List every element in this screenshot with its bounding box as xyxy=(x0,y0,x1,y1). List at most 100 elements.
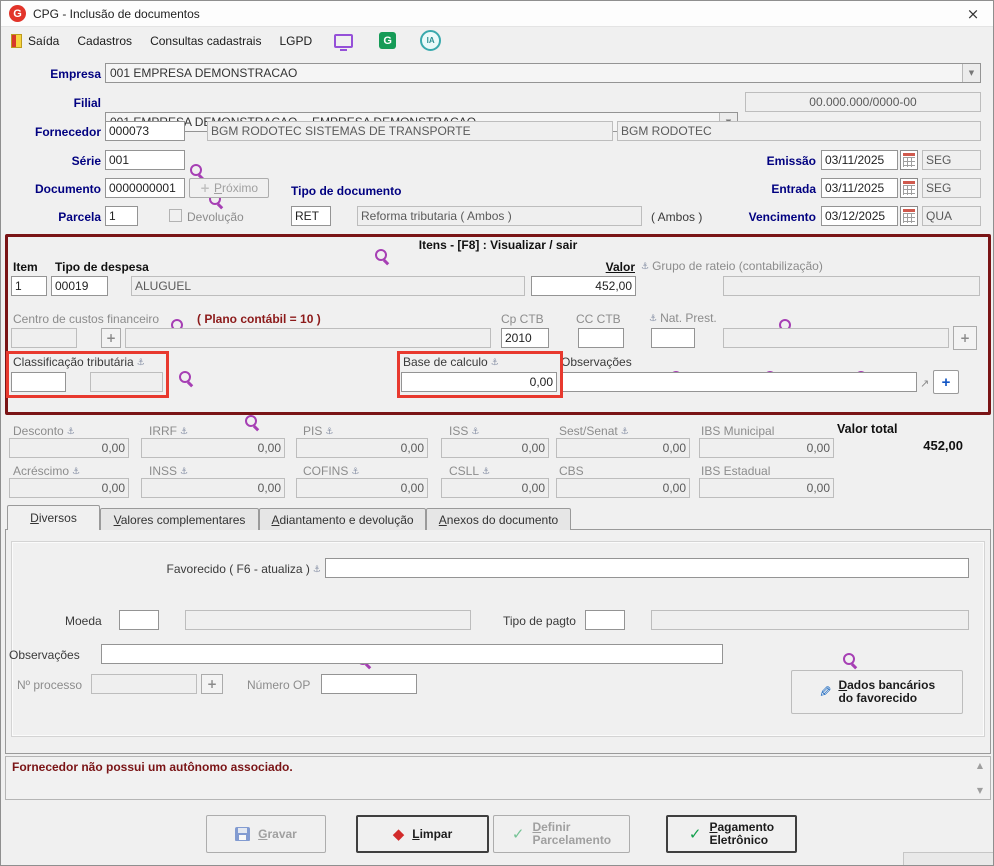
centro-custos-search-icon[interactable] xyxy=(178,370,194,386)
gravar-button[interactable]: Gravar xyxy=(206,815,326,853)
item-observacoes-input[interactable] xyxy=(561,372,917,392)
emissao-date-input[interactable] xyxy=(821,150,898,170)
cp-ctb-input[interactable] xyxy=(501,328,549,348)
fornecedor-name-field: BGM RODOTEC SISTEMAS DE TRANSPORTE xyxy=(207,121,613,141)
filial-label: Filial xyxy=(73,96,101,110)
titlebar: G CPG - Inclusão de documentos xyxy=(1,1,993,27)
sest-senat-field: 0,00 xyxy=(556,438,690,458)
anchor-icon: ⚓ xyxy=(351,467,360,477)
valor-input[interactable] xyxy=(531,276,636,296)
csll-label: CSLL xyxy=(449,464,480,478)
devolucao-checkbox[interactable] xyxy=(169,209,182,222)
pagamento-eletronico-button[interactable]: ✓ Pagamento Eletrônico xyxy=(666,815,797,853)
ia-toolbar-icon[interactable]: IA xyxy=(420,30,442,51)
favorecido-label-group: Favorecido ( F6 - atualiza ) ⚓ xyxy=(151,562,321,576)
fornecedor-code-input[interactable] xyxy=(105,121,185,141)
definir-parcelamento-button[interactable]: ✓ Definir Parcelamento xyxy=(493,815,630,853)
nat-prest-input[interactable] xyxy=(651,328,695,348)
cofins-field: 0,00 xyxy=(296,478,428,498)
tipo-documento-code-input[interactable] xyxy=(291,206,331,226)
tab-anexos-documento[interactable]: Anexos do documento xyxy=(426,508,571,530)
fornecedor-search-icon[interactable] xyxy=(189,163,205,179)
menubar: Saída Cadastros Consultas cadastrais LGP… xyxy=(1,27,993,54)
g-toolbar-icon[interactable]: G xyxy=(379,32,397,49)
vencimento-date-input[interactable] xyxy=(821,206,898,226)
menu-saida[interactable]: Saída xyxy=(11,33,60,48)
monitor-icon[interactable] xyxy=(334,33,354,51)
moeda-input[interactable] xyxy=(119,610,159,630)
nat-prest-add-button[interactable]: + xyxy=(953,326,977,350)
irrf-label-group: IRRF ⚓ xyxy=(149,424,188,438)
centro-custos-add-button[interactable]: + xyxy=(101,328,121,348)
cbs-label: CBS xyxy=(559,464,584,478)
parcela-label: Parcela xyxy=(58,210,101,224)
tipo-pagto-search-icon[interactable] xyxy=(842,652,858,668)
documento-input[interactable] xyxy=(105,178,185,198)
menu-saida-label: Saída xyxy=(28,33,60,48)
processo-add-button[interactable]: + xyxy=(201,674,223,694)
entrada-date-input[interactable] xyxy=(821,178,898,198)
tipo-despesa-code-input[interactable] xyxy=(51,276,108,296)
diversos-observacoes-input[interactable] xyxy=(101,644,723,664)
centro-custos-descr-field xyxy=(125,328,491,348)
proximo-button[interactable]: + Próximo xyxy=(189,178,269,198)
valor-total-value: 452,00 xyxy=(923,438,963,453)
ibs-estadual-label: IBS Estadual xyxy=(701,464,771,478)
irrf-field: 0,00 xyxy=(141,438,285,458)
dados-bancarios-button[interactable]: ✎ Dados bancários do favorecido xyxy=(791,670,963,714)
vencimento-calendar-icon[interactable] xyxy=(900,206,918,226)
tipo-pagto-input[interactable] xyxy=(585,610,625,630)
base-calculo-label: Base de calculo xyxy=(403,355,488,369)
empresa-dropdown-icon[interactable]: ▼ xyxy=(962,64,980,82)
expand-icon[interactable]: ↗ xyxy=(920,377,929,390)
menu-cadastros[interactable]: Cadastros xyxy=(77,34,132,48)
empresa-value: 001 EMPRESA DEMONSTRACAO xyxy=(110,66,298,80)
moeda-label: Moeda xyxy=(65,614,102,628)
menu-consultas-cadastrais[interactable]: Consultas cadastrais xyxy=(150,34,261,48)
dados-bancarios-label: Dados bancários do favorecido xyxy=(838,678,936,705)
empresa-label: Empresa xyxy=(50,67,101,81)
menu-lgpd[interactable]: LGPD xyxy=(279,34,312,48)
anchor-icon: ⚓ xyxy=(72,467,81,477)
limpar-button[interactable]: ◆ Limpar xyxy=(356,815,489,853)
classificacao-search-icon[interactable] xyxy=(244,414,260,430)
tab-adiantamento-devolucao[interactable]: Adiantamento e devolução xyxy=(259,508,426,530)
plano-contabil-text: ( Plano contábil = 10 ) xyxy=(197,312,321,326)
tipo-despesa-label: Tipo de despesa xyxy=(55,260,149,274)
moeda-descr-field xyxy=(185,610,471,630)
filial-cnpj-field: 00.000.000/0000-00 xyxy=(745,92,981,112)
base-calculo-input[interactable] xyxy=(401,372,557,392)
centro-custos-input[interactable] xyxy=(11,328,77,348)
scroll-down-icon[interactable]: ▼ xyxy=(972,783,988,797)
classificacao-input[interactable] xyxy=(11,372,66,392)
nat-prest-descr-field xyxy=(723,328,949,348)
csll-field: 0,00 xyxy=(441,478,549,498)
serie-input[interactable] xyxy=(105,150,185,170)
favorecido-input[interactable] xyxy=(325,558,969,578)
scroll-up-icon[interactable]: ▲ xyxy=(972,758,988,772)
tab-valores-complementares[interactable]: Valores complementares xyxy=(100,508,259,530)
tab-diversos-label: Diversos xyxy=(30,511,77,525)
favorecido-label: Favorecido ( F6 - atualiza ) xyxy=(166,562,310,576)
plus-icon: + xyxy=(199,181,211,195)
item-number-input[interactable] xyxy=(11,276,47,296)
empresa-combobox[interactable]: 001 EMPRESA DEMONSTRACAO ▼ xyxy=(105,63,981,83)
inss-field: 0,00 xyxy=(141,478,285,498)
anchor-icon: ⚓ xyxy=(66,427,75,437)
tab-diversos[interactable]: Diversos xyxy=(7,505,100,530)
numero-op-input[interactable] xyxy=(321,674,417,694)
entrada-calendar-icon[interactable] xyxy=(900,178,918,198)
num-processo-input[interactable] xyxy=(91,674,197,694)
classificacao-label-group: Classificação tributária ⚓ xyxy=(13,355,145,369)
cc-ctb-input[interactable] xyxy=(578,328,624,348)
pencil-icon: ✎ xyxy=(818,682,832,701)
close-icon[interactable]: × xyxy=(953,1,993,27)
emissao-calendar-icon[interactable] xyxy=(900,150,918,170)
emissao-weekday-field: SEG xyxy=(922,150,981,170)
add-item-button[interactable]: + xyxy=(933,370,959,394)
anchor-icon: ⚓ xyxy=(180,467,189,477)
valor-total-label: Valor total xyxy=(837,422,898,436)
acrescimo-label: Acréscimo xyxy=(13,464,70,478)
parcela-input[interactable] xyxy=(105,206,138,226)
tipo-documento-label: Tipo de documento xyxy=(291,184,402,198)
